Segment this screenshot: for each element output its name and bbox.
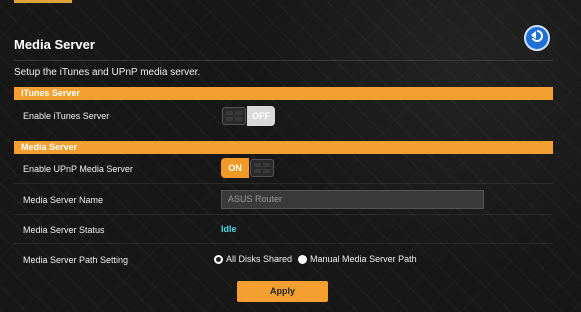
apply-button[interactable]: Apply	[237, 281, 328, 302]
radio-label: All Disks Shared	[226, 254, 293, 264]
upnp-toggle[interactable]: ON	[221, 158, 275, 178]
media-server-section-header: Media Server	[14, 141, 553, 154]
itunes-section-header: iTunes Server	[14, 87, 553, 100]
toggle-on-text: ON	[221, 158, 249, 178]
media-server-name-label: Media Server Name	[23, 195, 104, 205]
back-button[interactable]	[524, 25, 550, 51]
enable-upnp-label: Enable UPnP Media Server	[23, 164, 133, 174]
radio-manual-media-server-path[interactable]: Manual Media Server Path	[298, 254, 417, 264]
media-server-status-value: Idle	[221, 224, 237, 234]
title-divider	[14, 60, 553, 61]
page-subtitle: Setup the iTunes and UPnP media server.	[14, 67, 201, 78]
media-server-name-input[interactable]: ASUS Router	[221, 190, 484, 209]
row-divider	[14, 183, 553, 184]
toggle-knob	[222, 107, 246, 125]
path-setting-radio-group: All Disks Shared Manual Media Server Pat…	[214, 254, 423, 264]
media-server-path-label: Media Server Path Setting	[23, 255, 129, 265]
radio-label: Manual Media Server Path	[310, 254, 417, 264]
radio-unchecked-icon	[298, 254, 308, 264]
itunes-toggle[interactable]: OFF	[221, 106, 275, 126]
toggle-off-text: OFF	[247, 106, 275, 126]
radio-checked-icon	[214, 254, 223, 264]
page-title: Media Server	[14, 37, 95, 52]
enable-itunes-label: Enable iTunes Server	[23, 111, 110, 121]
media-server-status-label: Media Server Status	[23, 225, 105, 235]
toggle-knob	[250, 159, 274, 177]
radio-all-disks-shared[interactable]: All Disks Shared	[214, 254, 292, 264]
row-divider	[14, 243, 553, 244]
media-server-panel: Media Server Setup the iTunes and UPnP m…	[0, 0, 581, 312]
row-divider	[14, 214, 553, 215]
back-arrow-icon	[529, 28, 545, 49]
